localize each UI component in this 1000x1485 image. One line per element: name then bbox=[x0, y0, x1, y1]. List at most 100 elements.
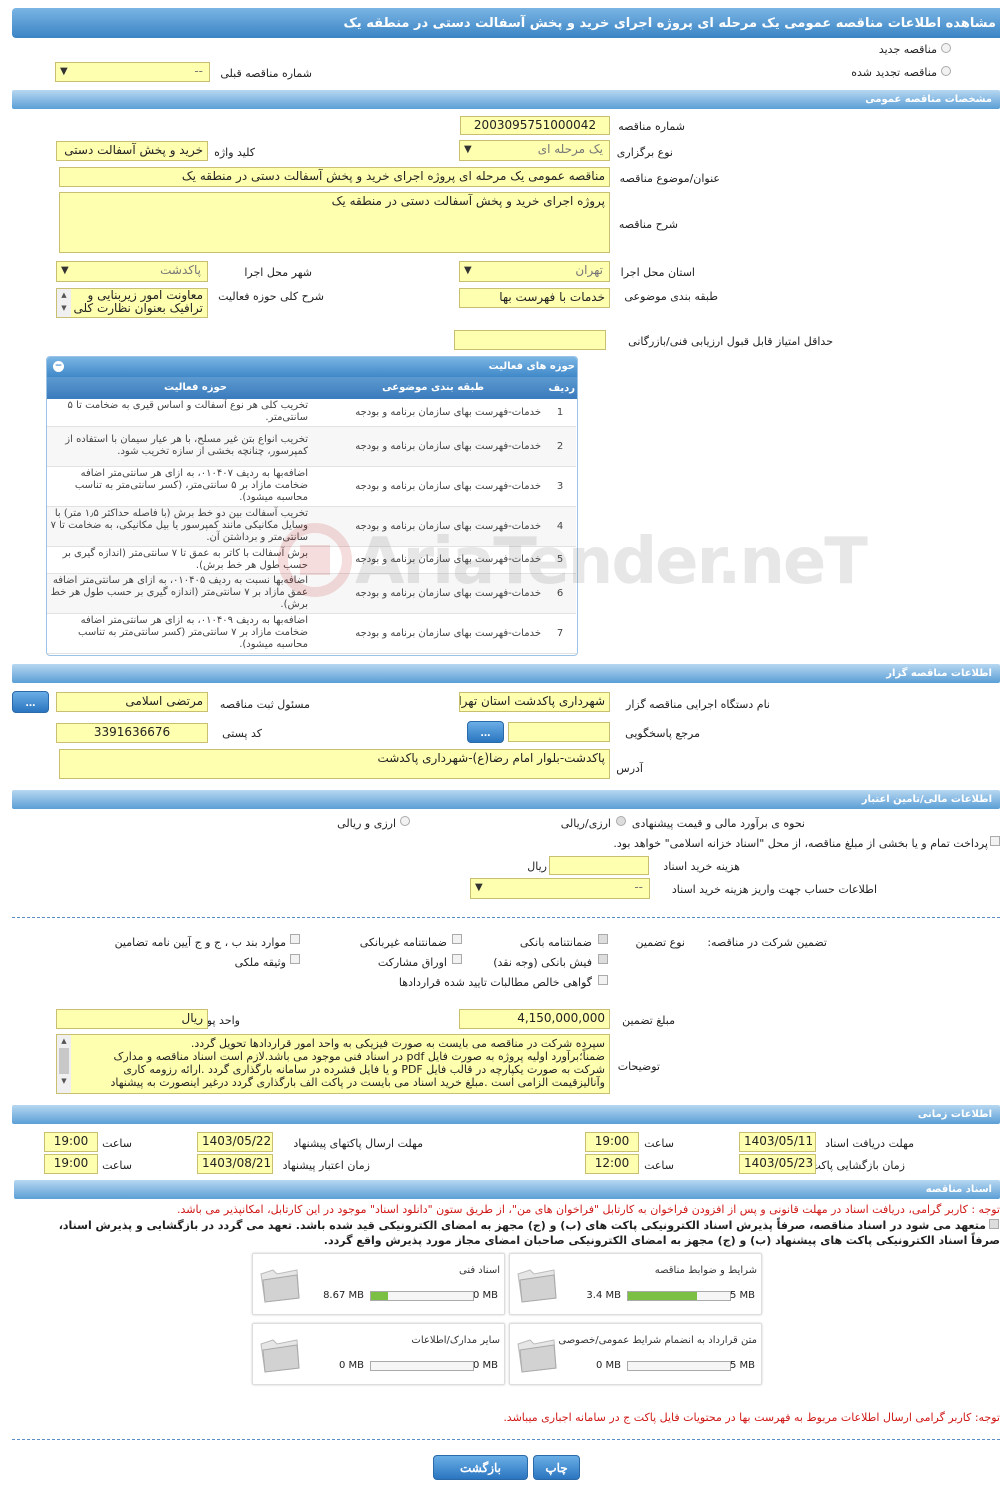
org-field[interactable]: شهرداری پاکدشت استان تهران bbox=[459, 692, 610, 712]
province-label: استان محل اجرا bbox=[620, 266, 695, 279]
method-opt2-radio[interactable] bbox=[400, 816, 410, 826]
docs-note-2: توجه: کاربر گرامی ارسال اطلاعات مربوط به… bbox=[503, 1411, 1000, 1424]
g4-checkbox[interactable] bbox=[598, 954, 608, 964]
send-time-label: ساعت bbox=[102, 1137, 132, 1150]
section-finance: اطلاعات مالی/تامین اعتبار bbox=[12, 790, 1000, 809]
valid-time[interactable]: 19:00 bbox=[44, 1154, 98, 1174]
desc-label: شرح مناقصه bbox=[618, 218, 678, 231]
notes-line-1: سپرده شرکت در مناقصه می بایست به صورت فی… bbox=[190, 1037, 605, 1050]
file-progress bbox=[370, 1291, 474, 1301]
notes-line-2: ضمناً؛برآورد اولیه پروژه به صورت فایل pd… bbox=[113, 1050, 605, 1063]
doc-recv-label: مهلت دریافت اسناد bbox=[825, 1137, 914, 1150]
subject-field[interactable]: مناقصه عمومی یک مرحله ای پروژه اجرای خری… bbox=[59, 167, 610, 187]
file-size: 0 MB bbox=[338, 1360, 364, 1371]
g3-checkbox[interactable] bbox=[290, 934, 300, 944]
gtype-label: نوع تضمین bbox=[635, 936, 685, 949]
notes-line-4: وآنالیزقیمت الزامی است .مبلغ خرید اسناد … bbox=[110, 1076, 605, 1089]
notes-scrollbar[interactable]: ▲ ▼ bbox=[57, 1035, 71, 1093]
addr-field[interactable]: پاکدشت-بلوار امام رضا(ع)-شهرداری پاکدشت bbox=[59, 749, 610, 779]
g2-checkbox[interactable] bbox=[452, 934, 462, 944]
renewed-tender-radio[interactable] bbox=[941, 66, 951, 76]
file-progress-fill bbox=[628, 1292, 698, 1300]
commit-checkbox[interactable] bbox=[989, 1219, 999, 1229]
postal-label: کد پستی bbox=[222, 727, 262, 740]
currency-field[interactable]: ریال bbox=[56, 1009, 208, 1029]
table-row: 2 خدمات-فهرست بهای سازمان برنامه و بودجه ت… bbox=[47, 426, 576, 467]
number-label: شماره مناقصه bbox=[618, 120, 685, 133]
scope-scrollbar[interactable]: ▲ ▼ bbox=[57, 289, 71, 317]
city-select[interactable]: ▼ پاکدشت bbox=[56, 261, 208, 282]
section-general: مشخصات مناقصه عمومی bbox=[12, 90, 1000, 109]
fee-field[interactable] bbox=[549, 856, 649, 875]
file-card[interactable]: سایر مدارک/اطلاعات 50 MB 0 MB bbox=[252, 1323, 505, 1385]
file-name: شرایط و ضوابط مناقصه bbox=[654, 1265, 757, 1276]
scope-label: شرح کلی حوزه فعالیت bbox=[218, 290, 324, 303]
row-activity: تخریب کلی هر نوع آسفالت و اساس قیری به ض… bbox=[47, 399, 311, 427]
resp-more-button[interactable]: ... bbox=[12, 691, 49, 713]
valid-label: زمان اعتبار پیشنهاد bbox=[282, 1159, 370, 1172]
g6-label: وثیقه ملکی bbox=[234, 956, 286, 969]
province-select[interactable]: ▼ تهران bbox=[459, 261, 610, 282]
open-time[interactable]: 12:00 bbox=[585, 1154, 639, 1174]
min-score-label: حداقل امتیاز قابل قبول ارزیابی فنی/بازرگ… bbox=[628, 335, 833, 348]
col-activity: حوزه فعالیت bbox=[164, 382, 227, 393]
row-activity: اضافه‌بها به ردیف ۰۱۰۴۰۷، به ازای هر سان… bbox=[47, 466, 311, 507]
islamic-checkbox[interactable] bbox=[990, 836, 1000, 846]
doc-recv-date[interactable]: 1403/05/11 bbox=[739, 1132, 816, 1152]
ref-field[interactable] bbox=[508, 722, 610, 742]
guarantee-label: تضمین شرکت در مناقصه: bbox=[707, 936, 827, 949]
file-name: اسناد فنی bbox=[459, 1265, 500, 1276]
col-row: ردیف bbox=[548, 383, 575, 394]
row-category: خدمات-فهرست بهای سازمان برنامه و بودجه bbox=[311, 399, 544, 427]
keyword-field[interactable]: خرید و پخش آسفالت دستی bbox=[56, 141, 208, 161]
folder-icon bbox=[260, 1269, 300, 1303]
method-opt1-radio[interactable] bbox=[616, 816, 626, 826]
islamic-label: پرداخت تمام و یا بخشی از مبلغ مناقصه، از… bbox=[613, 837, 988, 850]
section-timing: اطلاعات زمانی bbox=[12, 1105, 1000, 1124]
category-field[interactable]: خدمات با فهرست بها bbox=[459, 288, 610, 308]
g1-label: ضمانتنامه بانکی bbox=[519, 936, 592, 949]
valid-date[interactable]: 1403/08/21 bbox=[197, 1154, 273, 1174]
notes-line-3: شرکت به صورت یکپارچه در قالب فایل PDF و … bbox=[123, 1063, 605, 1076]
g5-checkbox[interactable] bbox=[452, 954, 462, 964]
amount-field[interactable]: 4,150,000,000 bbox=[459, 1009, 610, 1029]
resp-field[interactable]: مرتضی اسلامی bbox=[56, 692, 208, 712]
fee-label: هزینه خرید اسناد bbox=[663, 860, 740, 873]
row-number: 7 bbox=[544, 613, 576, 654]
scope-line-2: ترافیک بعنوان نظارت کلی و bbox=[63, 301, 203, 315]
ref-more-button[interactable]: ... bbox=[467, 721, 504, 743]
back-button[interactable]: بازگشت bbox=[433, 1455, 528, 1480]
min-score-field[interactable] bbox=[454, 330, 606, 350]
desc-field[interactable]: پروژه اجرای خرید و پخش آسفالت دستی در من… bbox=[59, 192, 610, 253]
file-card[interactable]: متن قرارداد به انضمام شرایط عمومی/خصوصی 5… bbox=[509, 1323, 762, 1385]
g2-label: ضمانتنامه غیربانکی bbox=[359, 936, 447, 949]
doc-recv-time[interactable]: 19:00 bbox=[585, 1132, 639, 1152]
row-category: خدمات-فهرست بهای سازمان برنامه و بودجه bbox=[311, 426, 544, 467]
chevron-down-icon: ▼ bbox=[60, 66, 68, 77]
open-date[interactable]: 1403/05/23 bbox=[739, 1154, 816, 1174]
notes-field[interactable]: سپرده شرکت در مناقصه می بایست به صورت فی… bbox=[56, 1034, 610, 1094]
g1-checkbox[interactable] bbox=[598, 934, 608, 944]
postal-field[interactable]: 3391636676 bbox=[56, 723, 208, 743]
file-card[interactable]: اسناد فنی 50 MB 8.67 MB bbox=[252, 1253, 505, 1315]
org-label: نام دستگاه اجرایی مناقصه گزار bbox=[626, 698, 770, 711]
collapse-icon[interactable]: − bbox=[53, 361, 64, 372]
table-row: 3 خدمات-فهرست بهای سازمان برنامه و بودجه ا… bbox=[47, 466, 576, 507]
scope-field[interactable]: معاونت امور زیربنایی و ترافیک بعنوان نظا… bbox=[56, 288, 208, 318]
prev-tender-select[interactable]: ▼ -- bbox=[55, 62, 210, 82]
print-button[interactable]: چاپ bbox=[533, 1455, 580, 1480]
chevron-down-icon: ▼ bbox=[464, 144, 472, 155]
g7-checkbox[interactable] bbox=[598, 975, 608, 985]
g7-label: گواهی خالص مطالبات تایید شده قراردادها bbox=[398, 976, 592, 989]
account-select[interactable]: ▼ -- bbox=[470, 878, 650, 899]
send-time[interactable]: 19:00 bbox=[44, 1132, 98, 1152]
file-size: 0 MB bbox=[595, 1360, 621, 1371]
type-select[interactable]: ▼ یک مرحله ای bbox=[459, 140, 610, 161]
table-row: 1 خدمات-فهرست بهای سازمان برنامه و بودجه ت… bbox=[47, 399, 576, 427]
new-tender-radio[interactable] bbox=[941, 43, 951, 53]
send-date[interactable]: 1403/05/22 bbox=[197, 1132, 273, 1152]
section-organizer: اطلاعات مناقصه گزار bbox=[12, 664, 1000, 683]
file-card[interactable]: شرایط و ضوابط مناقصه 5 MB 3.4 MB bbox=[509, 1253, 762, 1315]
tender-number-field[interactable]: 2003095751000042 bbox=[460, 116, 610, 135]
g6-checkbox[interactable] bbox=[290, 954, 300, 964]
